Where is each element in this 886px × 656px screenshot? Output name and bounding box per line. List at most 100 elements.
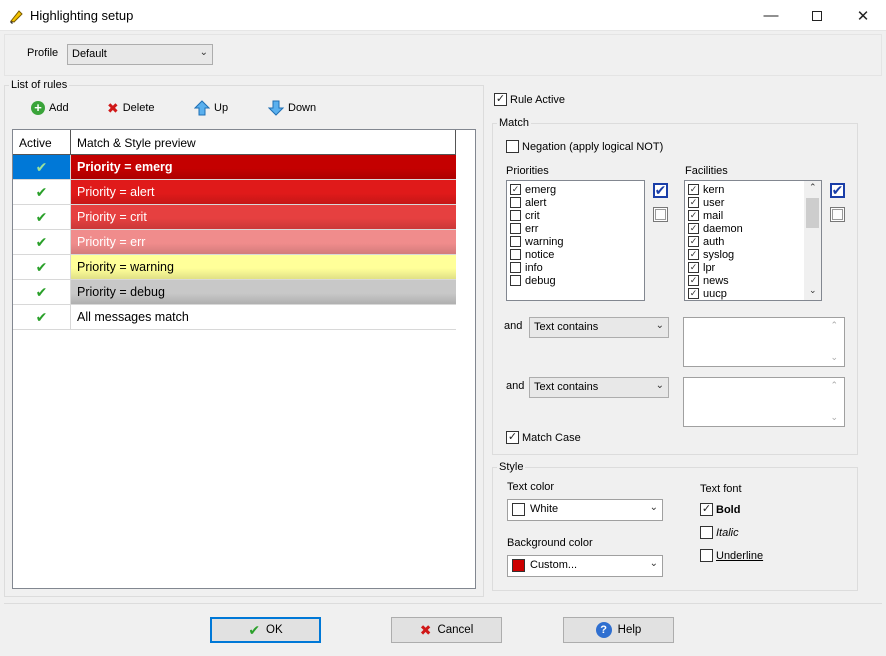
- cancel-button[interactable]: ✖ Cancel: [391, 617, 502, 643]
- rules-grid[interactable]: Active Match & Style preview ✔ Priority =…: [12, 129, 476, 589]
- help-icon: ?: [595, 622, 612, 638]
- checkbox-checked-icon[interactable]: ✓: [688, 210, 699, 221]
- checkbox-checked-icon[interactable]: ✓: [688, 288, 699, 299]
- rule-active-check-icon[interactable]: ✔: [13, 255, 71, 279]
- bold-checkbox[interactable]: ✓ Bold: [700, 503, 740, 516]
- facility-item[interactable]: ✓ mail: [685, 209, 803, 222]
- help-button[interactable]: ? Help: [563, 617, 674, 643]
- text-filter-select-1[interactable]: Text contains ⌄: [529, 317, 669, 338]
- down-label: Down: [288, 102, 317, 114]
- text-color-select[interactable]: White ⌄: [507, 499, 663, 521]
- match-case-checkbox[interactable]: ✓ Match Case: [506, 431, 581, 444]
- facility-item[interactable]: ✓ auth: [685, 235, 803, 248]
- add-label: Add: [49, 102, 69, 114]
- move-down-button[interactable]: Down: [268, 100, 316, 116]
- facility-item[interactable]: ✓ lpr: [685, 261, 803, 274]
- checkbox-checked-icon[interactable]: ✓: [688, 184, 699, 195]
- ok-label: OK: [266, 624, 283, 636]
- delete-rule-button[interactable]: ✖ Delete: [107, 101, 155, 115]
- maximize-button[interactable]: [794, 0, 840, 31]
- priority-item-label: err: [525, 222, 539, 235]
- priority-item[interactable]: notice: [507, 248, 644, 261]
- column-header-active[interactable]: Active: [13, 130, 71, 155]
- facility-item[interactable]: ✓ syslog: [685, 248, 803, 261]
- checkbox-unchecked-icon[interactable]: [510, 236, 521, 247]
- text-filter-input-1[interactable]: ⌃ ⌄: [683, 317, 845, 367]
- select-all-priorities-button[interactable]: ✔: [653, 182, 668, 198]
- rule-preview: Priority = warning: [71, 255, 456, 279]
- checkbox-checked-icon[interactable]: ✓: [688, 275, 699, 286]
- scroll-down-icon[interactable]: ⌄: [809, 285, 817, 296]
- text-filter-input-2[interactable]: ⌃ ⌄: [683, 377, 845, 427]
- checkbox-unchecked-icon[interactable]: [510, 249, 521, 260]
- checkbox-checked-icon[interactable]: ✓: [688, 197, 699, 208]
- profile-select[interactable]: Default ⌄: [67, 44, 213, 65]
- select-all-facilities-button[interactable]: ✔: [830, 182, 845, 198]
- rule-active-check-icon[interactable]: ✔: [13, 230, 71, 254]
- checkbox-checked-icon[interactable]: ✓: [688, 262, 699, 273]
- priority-item[interactable]: crit: [507, 209, 644, 222]
- facility-item[interactable]: ✓ uucp: [685, 287, 803, 300]
- underline-label: Underline: [716, 549, 764, 562]
- checkbox-unchecked-icon[interactable]: [510, 275, 521, 286]
- chevron-down-icon: ⌄: [655, 320, 664, 331]
- checkbox-checked-icon[interactable]: ✓: [510, 184, 521, 195]
- rule-row[interactable]: ✔ Priority = emerg: [13, 155, 456, 180]
- select-none-facilities-button[interactable]: [830, 207, 845, 222]
- rule-row[interactable]: ✔ Priority = warning: [13, 255, 456, 280]
- select-none-priorities-button[interactable]: [653, 207, 668, 222]
- priority-item[interactable]: debug: [507, 274, 644, 287]
- column-header-preview[interactable]: Match & Style preview: [71, 130, 456, 155]
- move-up-button[interactable]: Up: [194, 100, 228, 116]
- priority-item[interactable]: warning: [507, 235, 644, 248]
- facility-item-label: uucp: [703, 287, 727, 300]
- scroll-up-icon[interactable]: ⌃: [809, 182, 817, 193]
- rule-row[interactable]: ✔ Priority = debug: [13, 280, 456, 305]
- scroll-down-icon: ⌄: [830, 352, 838, 362]
- minimize-button[interactable]: —: [748, 0, 794, 31]
- rule-active-check-icon[interactable]: ✔: [13, 155, 71, 179]
- priority-item[interactable]: info: [507, 261, 644, 274]
- add-rule-button[interactable]: + Add: [31, 101, 69, 115]
- rule-active-check-icon[interactable]: ✔: [13, 280, 71, 304]
- rule-row[interactable]: ✔ All messages match: [13, 305, 456, 330]
- checkbox-checked-icon[interactable]: ✓: [688, 249, 699, 260]
- text-color-swatch: [512, 503, 525, 516]
- facility-item[interactable]: ✓ kern: [685, 183, 803, 196]
- bold-label: Bold: [716, 503, 741, 516]
- facility-item[interactable]: ✓ daemon: [685, 222, 803, 235]
- facilities-list[interactable]: ✓ kern ✓ user ✓ mail ✓ daemon ✓ auth ✓ syslog ✓ lpr ✓ n…: [684, 180, 822, 301]
- rule-row[interactable]: ✔ Priority = crit: [13, 205, 456, 230]
- facilities-scrollbar[interactable]: ⌃ ⌄: [804, 181, 821, 300]
- checkbox-unchecked-icon[interactable]: [510, 210, 521, 221]
- priority-item[interactable]: alert: [507, 196, 644, 209]
- checkbox-unchecked-icon[interactable]: [510, 197, 521, 208]
- bg-color-select[interactable]: Custom... ⌄: [507, 555, 663, 577]
- checkbox-unchecked-icon[interactable]: [510, 262, 521, 273]
- underline-checkbox[interactable]: Underline: [700, 549, 763, 562]
- ok-button[interactable]: ✔ OK: [210, 617, 321, 643]
- scroll-up-icon: ⌃: [830, 380, 838, 390]
- priorities-label: Priorities: [506, 165, 549, 177]
- negation-checkbox[interactable]: Negation (apply logical NOT): [506, 140, 663, 153]
- facility-item[interactable]: ✓ news: [685, 274, 803, 287]
- rule-active-check-icon[interactable]: ✔: [13, 205, 71, 229]
- rule-row[interactable]: ✔ Priority = err: [13, 230, 456, 255]
- facility-item[interactable]: ✓ user: [685, 196, 803, 209]
- facility-item-label: kern: [703, 183, 725, 196]
- close-button[interactable]: ✕: [840, 0, 886, 31]
- scroll-thumb[interactable]: [806, 198, 819, 228]
- checkbox-checked-icon[interactable]: ✓: [688, 236, 699, 247]
- rule-active-check-icon[interactable]: ✔: [13, 305, 71, 329]
- priorities-list[interactable]: ✓ emerg alert crit err warning notice info debug: [506, 180, 645, 301]
- priority-item[interactable]: err: [507, 222, 644, 235]
- rule-row[interactable]: ✔ Priority = alert: [13, 180, 456, 205]
- italic-checkbox[interactable]: Italic: [700, 526, 739, 539]
- checkbox-checked-icon[interactable]: ✓: [688, 223, 699, 234]
- rule-preview: Priority = alert: [71, 180, 456, 204]
- checkbox-unchecked-icon[interactable]: [510, 223, 521, 234]
- priority-item[interactable]: ✓ emerg: [507, 183, 644, 196]
- text-filter-select-2[interactable]: Text contains ⌄: [529, 377, 669, 398]
- rule-active-check-icon[interactable]: ✔: [13, 180, 71, 204]
- rule-active-checkbox[interactable]: ✓ Rule Active: [494, 93, 565, 106]
